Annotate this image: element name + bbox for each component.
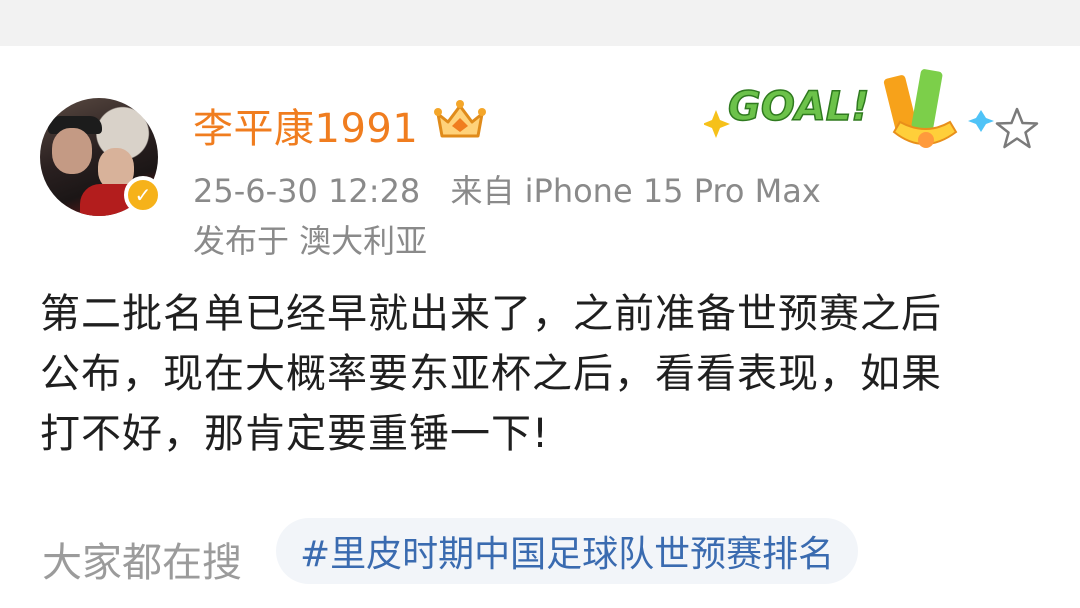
trending-topic-text: #里皮时期中国足球队世预赛排名: [300, 534, 835, 575]
trending-search-label: 大家都在搜: [42, 540, 242, 586]
user-avatar[interactable]: ✓: [40, 98, 162, 216]
crown-icon[interactable]: [432, 96, 488, 144]
verified-badge-icon: ✓: [124, 176, 162, 214]
post-timestamp: 25-6-30 12:28: [193, 172, 421, 210]
post-source: 来自 iPhone 15 Pro Max: [450, 172, 821, 210]
post-content: 第二批名单已经早就出来了，之前准备世预赛之后 公布，现在大概率要东亚杯之后，看看…: [40, 284, 1050, 464]
star-icon[interactable]: [992, 104, 1042, 154]
username[interactable]: 李平康1991: [193, 96, 418, 154]
goal-badge-icon: GOAL!: [704, 69, 994, 148]
content-line: 打不好，那肯定要重锤一下!: [40, 411, 550, 457]
trending-topic-link[interactable]: #里皮时期中国足球队世预赛排名: [276, 518, 859, 584]
post-meta-line: 25-6-30 12:28 来自 iPhone 15 Pro Max: [193, 166, 821, 212]
content-line: 第二批名单已经早就出来了，之前准备世预赛之后: [40, 291, 942, 337]
content-line: 公布，现在大概率要东亚杯之后，看看表现，如果: [40, 351, 942, 397]
top-divider-strip: [0, 0, 1080, 46]
goal-badge-text: GOAL!: [728, 84, 870, 130]
post-location: 发布于 澳大利亚: [193, 222, 428, 260]
